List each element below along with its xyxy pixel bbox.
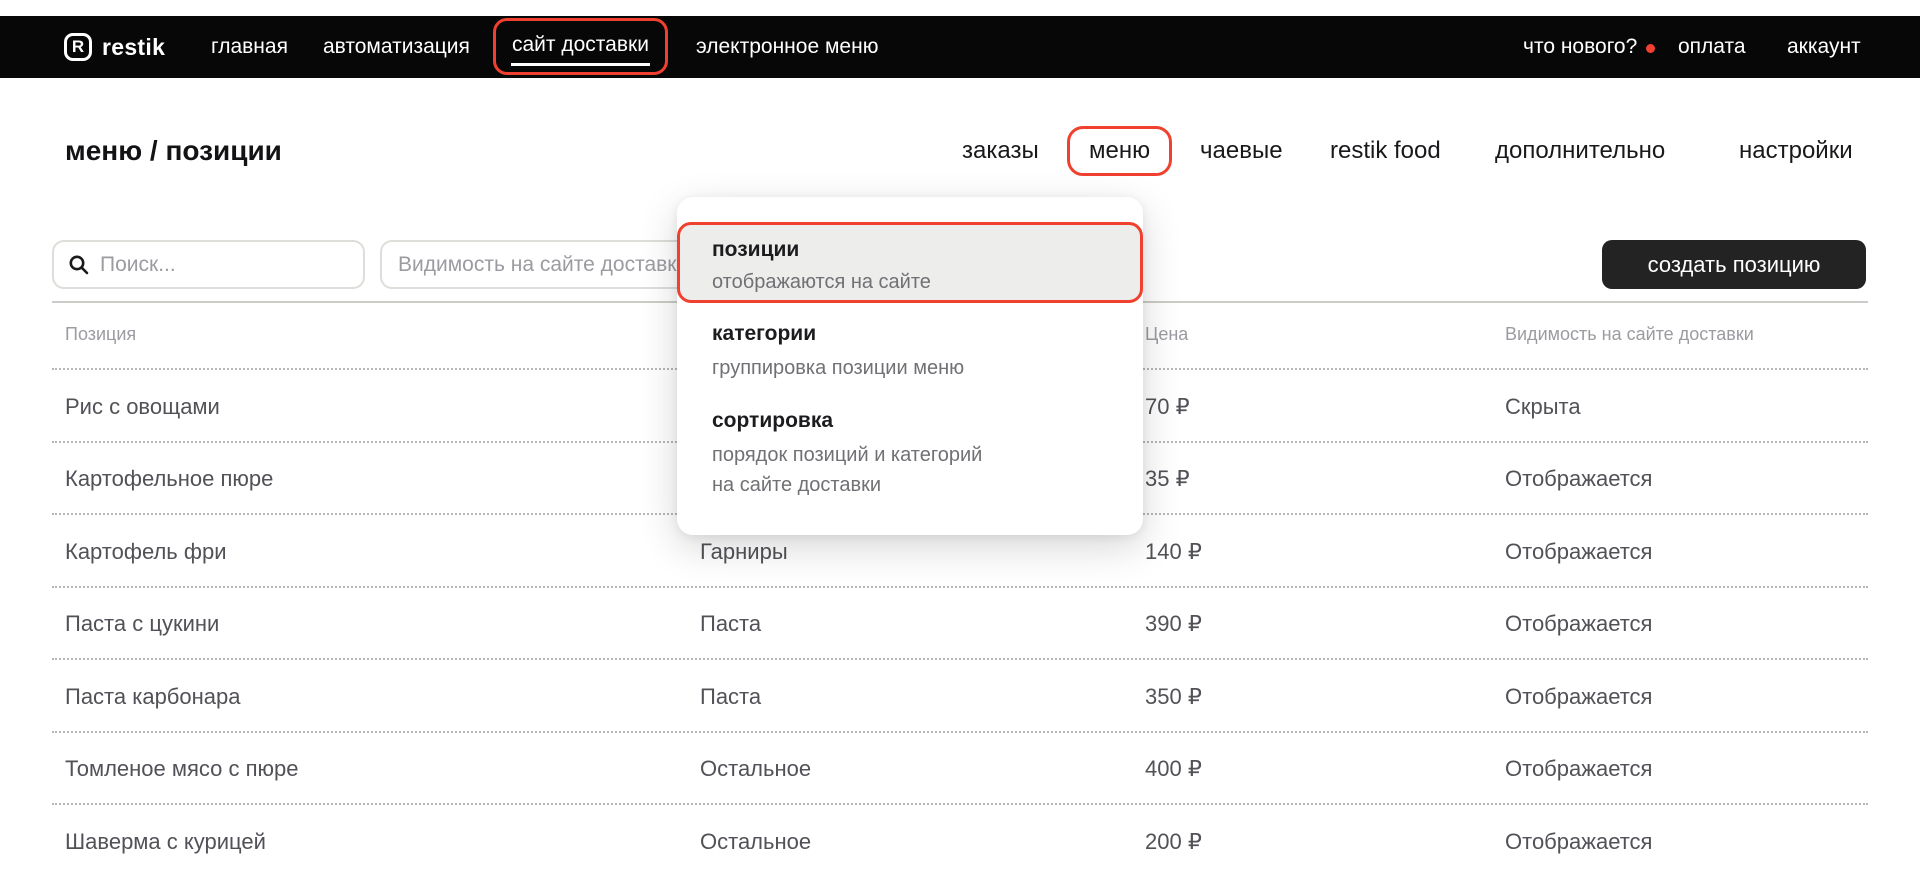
position-name-cell: Картофель фри xyxy=(65,538,227,564)
table-row[interactable]: Томленое мясо с пюре Остальное 400 ₽ Отобра… xyxy=(52,730,1868,804)
position-name-cell: Картофельное пюре xyxy=(65,466,274,491)
visibility-filter-select[interactable]: Видимость на сайте доставки xyxy=(380,240,702,289)
position-name-cell: Паста с цукини xyxy=(65,611,220,636)
tab-label: заказы xyxy=(962,137,1039,164)
topnav-item-payment[interactable]: оплата xyxy=(1678,16,1746,78)
create-position-button[interactable]: создать позицию xyxy=(1602,240,1866,289)
category-cell: Остальное xyxy=(700,756,812,781)
dropdown-item-subtitle: порядок позиций и категорий на сайте дос… xyxy=(712,444,983,496)
menu-dropdown: позиции отображаются на сайте категории гру… xyxy=(677,197,1143,535)
search-box[interactable] xyxy=(52,240,365,289)
topnav-item-label: аккаунт xyxy=(1787,35,1861,58)
visibility-cell: Отображается xyxy=(1505,828,1653,854)
restik-logo[interactable]: R restik xyxy=(64,16,165,78)
menu-dropdown-item-pozitsii[interactable]: позиции отображаются на сайте xyxy=(677,222,1143,303)
topnav-item-avtomatizatsiya[interactable]: автоматизация xyxy=(323,16,470,78)
dropdown-item-subtitle: отображаются на сайте xyxy=(712,271,931,293)
table-row[interactable]: Шаверма с курицей Остальное 200 ₽ Отображае… xyxy=(52,803,1868,876)
dropdown-item-title: категории xyxy=(712,322,817,345)
topnav-item-whats-new[interactable]: что нового? xyxy=(1523,16,1656,78)
position-name-cell: Томленое мясо с пюре xyxy=(65,756,299,781)
visibility-cell: Отображается xyxy=(1505,611,1653,636)
tab-zakazy[interactable]: заказы xyxy=(962,126,1039,176)
search-icon xyxy=(69,255,89,274)
search-input[interactable] xyxy=(100,252,349,277)
topnav-item-sait-dostavki[interactable]: сайт доставки xyxy=(493,18,668,75)
price-cell: 400 ₽ xyxy=(1145,756,1202,781)
restik-logo-icon: R xyxy=(64,33,92,61)
tab-label: настройки xyxy=(1739,137,1853,164)
tab-label: меню xyxy=(1089,137,1151,164)
tab-chaevye[interactable]: чаевые xyxy=(1200,126,1283,176)
dropdown-item-subtitle: группировка позиции меню xyxy=(712,357,965,379)
topnav-item-account[interactable]: аккаунт xyxy=(1787,16,1861,78)
price-cell: 350 ₽ xyxy=(1145,683,1202,709)
restik-logo-text: restik xyxy=(102,33,166,60)
app-screen: R restik главная автоматизация сайт достав… xyxy=(0,0,1920,886)
price-cell: 35 ₽ xyxy=(1145,466,1190,491)
top-navigation-bar: R restik главная автоматизация сайт достав… xyxy=(0,16,1920,78)
topnav-item-label: главная xyxy=(211,35,288,58)
position-name-cell: Рис с овощами xyxy=(65,393,220,419)
menu-dropdown-item-sortirovka[interactable]: сортировка порядок позиций и категорий на… xyxy=(677,409,1143,500)
table-header-column-position: Позиция xyxy=(65,324,137,344)
topnav-item-glavnaya[interactable]: главная xyxy=(211,16,288,78)
price-cell: 200 ₽ xyxy=(1145,828,1202,854)
topnav-item-label: электронное меню xyxy=(696,35,879,58)
price-cell: 390 ₽ xyxy=(1145,611,1202,636)
tab-label: restik food xyxy=(1330,137,1441,164)
dropdown-item-title: сортировка xyxy=(712,409,834,432)
tab-dopolnitelno[interactable]: дополнительно xyxy=(1495,126,1665,176)
menu-dropdown-item-kategorii[interactable]: категории группировка позиции меню xyxy=(677,322,1143,383)
table-header-column-visibility: Видимость на сайте доставки xyxy=(1505,324,1754,344)
category-cell: Остальное xyxy=(700,828,812,854)
dropdown-item-title: позиции xyxy=(712,238,800,261)
tab-nastroyki[interactable]: настройки xyxy=(1739,126,1853,176)
new-badge-dot xyxy=(1646,44,1656,53)
topnav-item-label: автоматизация xyxy=(323,35,470,58)
tab-label: чаевые xyxy=(1200,137,1283,164)
category-cell: Паста xyxy=(700,683,762,709)
category-cell: Паста xyxy=(700,611,762,636)
breadcrumb: меню / позиции xyxy=(65,135,282,166)
visibility-cell: Отображается xyxy=(1505,683,1653,709)
price-cell: 140 ₽ xyxy=(1145,538,1202,564)
tab-label: дополнительно xyxy=(1495,137,1666,164)
table-row[interactable]: Паста карбонара Паста 350 ₽ Отображается xyxy=(52,658,1868,731)
tab-restik-food[interactable]: restik food xyxy=(1330,126,1441,176)
visibility-cell: Отображается xyxy=(1505,756,1653,781)
tab-menu[interactable]: меню xyxy=(1067,126,1173,176)
topnav-item-label: сайт доставки xyxy=(511,28,650,66)
price-cell: 70 ₽ xyxy=(1145,393,1190,419)
topnav-item-label: что нового? xyxy=(1523,35,1638,58)
table-row[interactable]: Паста с цукини Паста 390 ₽ Отображается xyxy=(52,585,1868,659)
visibility-cell: Скрыта xyxy=(1505,393,1581,419)
position-name-cell: Паста карбонара xyxy=(65,683,241,709)
visibility-cell: Отображается xyxy=(1505,466,1653,491)
position-name-cell: Шаверма с курицей xyxy=(65,828,266,854)
topnav-item-label: оплата xyxy=(1678,35,1746,58)
topnav-item-elektronnoe-menu[interactable]: электронное меню xyxy=(696,16,878,78)
visibility-cell: Отображается xyxy=(1505,538,1653,564)
table-header-column-price: Цена xyxy=(1145,324,1189,344)
